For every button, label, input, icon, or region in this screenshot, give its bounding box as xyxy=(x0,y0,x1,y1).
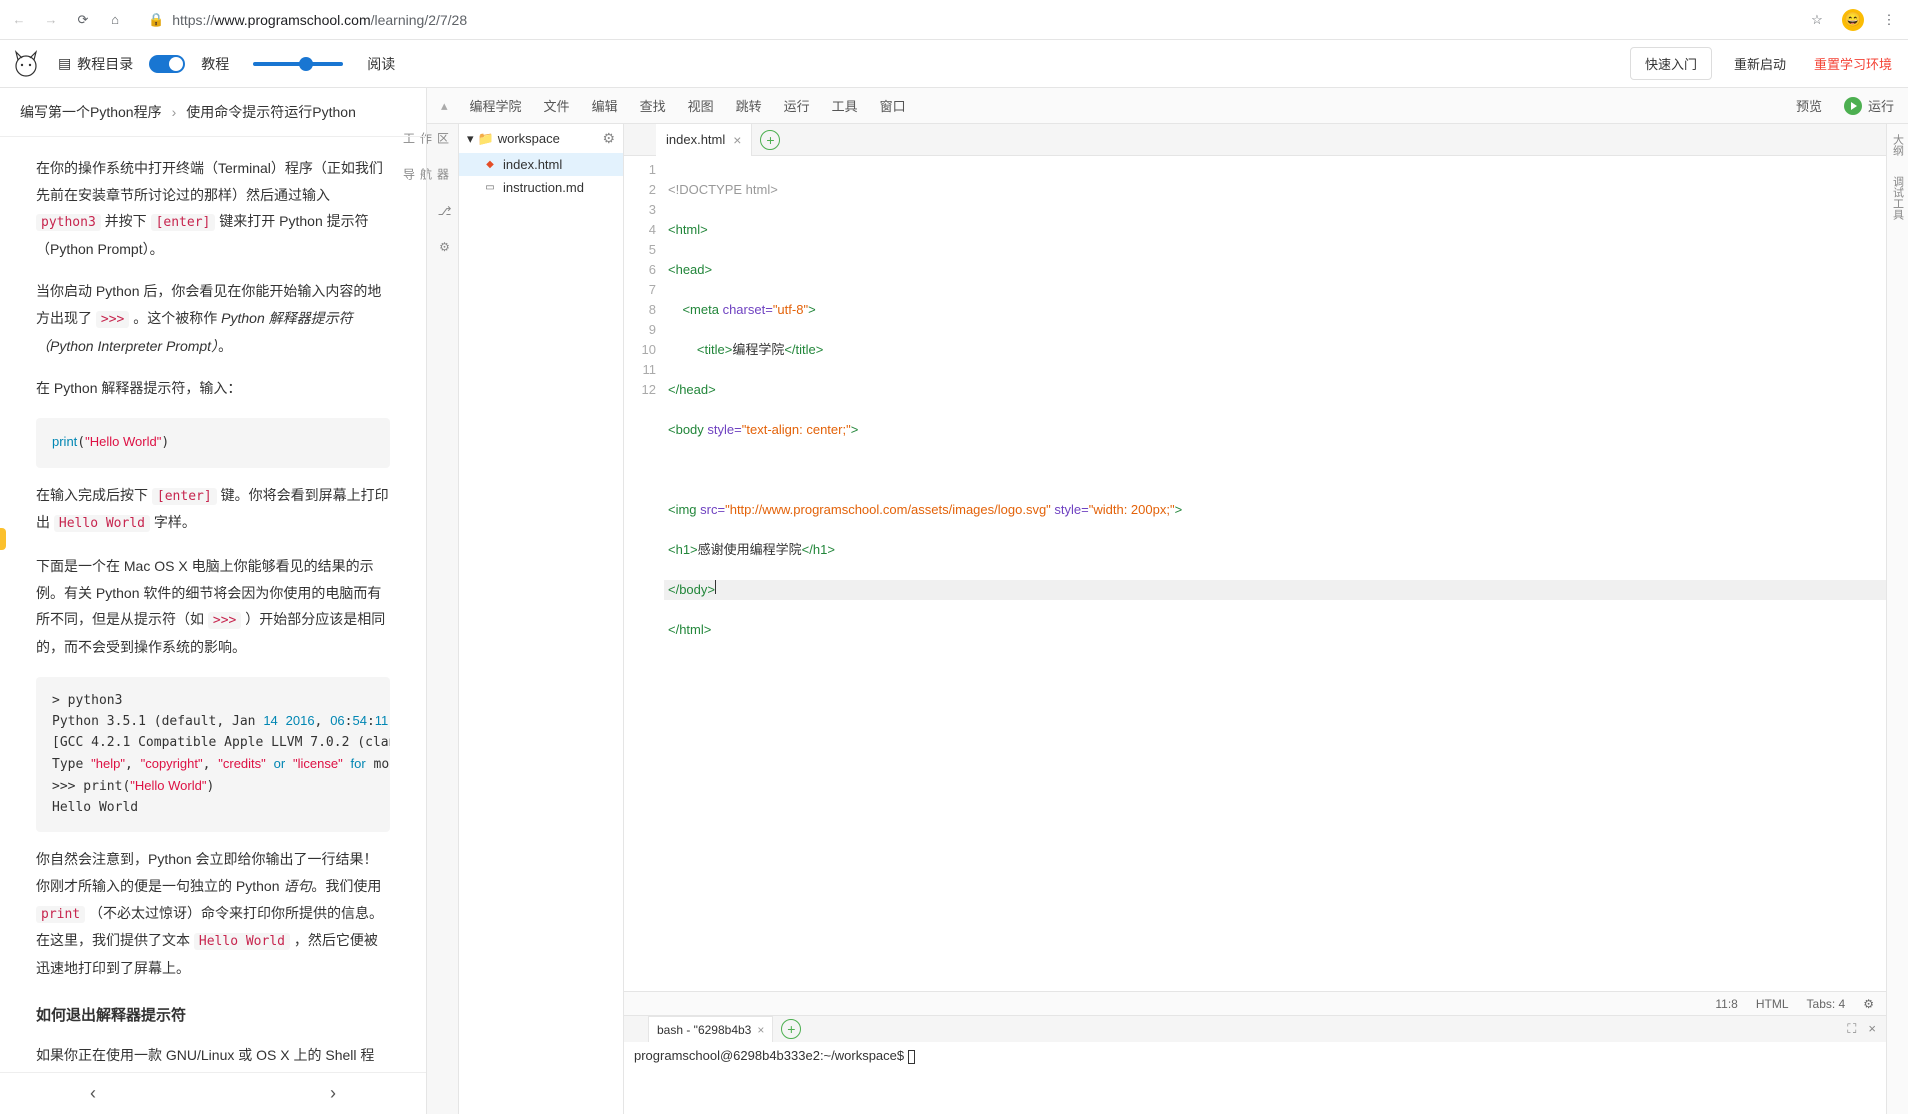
book-icon: ▤ xyxy=(58,55,71,72)
add-tab-button[interactable]: + xyxy=(760,130,780,150)
section-heading: 如何退出解释器提示符 xyxy=(36,1002,390,1031)
play-icon xyxy=(1844,97,1862,115)
menu-item[interactable]: 跳转 xyxy=(736,96,762,115)
menu-item[interactable]: 视图 xyxy=(688,96,714,115)
right-rail: 大纲 调试工具 xyxy=(1886,124,1908,1114)
terminal-panel: bash - "6298b4b3 × + ⛶ × programschool@6… xyxy=(624,1015,1886,1114)
code-editor[interactable]: 123456789101112 <!DOCTYPE html> <html> <… xyxy=(624,156,1886,991)
close-icon[interactable]: × xyxy=(733,132,741,148)
home-icon[interactable]: ⌂ xyxy=(106,11,124,29)
lock-icon: 🔒 xyxy=(148,12,164,28)
navigator-icon[interactable]: 器航导 xyxy=(434,168,452,186)
ide-menubar: ▴ 编程学院 文件 编辑 查找 视图 跳转 运行 工具 窗口 预览 运行 xyxy=(427,88,1908,124)
code-sample-1: print("Hello World") xyxy=(36,418,390,468)
menu-icon[interactable]: ⋮ xyxy=(1880,11,1898,29)
cursor-position[interactable]: 11:8 xyxy=(1715,997,1737,1011)
ide-pane: ▴ 编程学院 文件 编辑 查找 视图 跳转 运行 工具 窗口 预览 运行 区作工… xyxy=(427,88,1908,1114)
menu-item[interactable]: 工具 xyxy=(832,96,858,115)
caret-icon: ▾ xyxy=(467,131,474,147)
commands-icon[interactable]: ⎇ xyxy=(434,204,452,222)
restart-button[interactable]: 重新启动 xyxy=(1728,54,1792,73)
prev-lesson-button[interactable]: ‹ xyxy=(90,1083,96,1104)
folder-row[interactable]: ▾ 📁 workspace ⚙ xyxy=(459,124,623,153)
run-button[interactable]: 运行 xyxy=(1844,96,1894,115)
file-item[interactable]: ▭ instruction.md xyxy=(459,176,623,199)
gear-icon[interactable]: ⚙ xyxy=(602,130,615,147)
menu-item[interactable]: 文件 xyxy=(544,96,570,115)
notes-tab-icon[interactable] xyxy=(0,528,6,550)
expand-icon[interactable]: ⛶ xyxy=(1847,1021,1856,1037)
line-numbers: 123456789101112 xyxy=(624,156,664,991)
file-item[interactable]: ◆ index.html xyxy=(459,153,623,176)
file-explorer: ▾ 📁 workspace ⚙ ◆ index.html ▭ instructi… xyxy=(459,124,624,1114)
crumb-1[interactable]: 编写第一个Python程序 xyxy=(20,102,162,122)
profile-avatar[interactable]: 😄 xyxy=(1842,9,1864,31)
quickstart-button[interactable]: 快速入门 xyxy=(1630,47,1712,80)
outline-tab[interactable]: 大纲 xyxy=(1890,134,1906,156)
progress-slider[interactable] xyxy=(253,62,343,66)
lesson-content: 在你的操作系统中打开终端（Terminal）程序（正如我们先前在安装章节所讨论过… xyxy=(0,137,426,1072)
crumb-2[interactable]: 使用命令提示符运行Python xyxy=(186,102,356,122)
workspace-icon[interactable]: 区作工 xyxy=(434,132,452,150)
folder-icon: 📁 xyxy=(478,131,494,147)
html-file-icon: ◆ xyxy=(483,158,497,172)
mode-label: 教程 xyxy=(201,54,229,74)
terminal[interactable]: programschool@6298b4b333e2:~/workspace$ xyxy=(624,1042,1886,1114)
toc-button[interactable]: ▤ 教程目录 xyxy=(58,54,133,74)
preview-button[interactable]: 预览 xyxy=(1796,96,1822,115)
logo-icon xyxy=(10,48,42,80)
back-icon[interactable]: ← xyxy=(10,11,28,29)
menu-item[interactable]: 查找 xyxy=(640,96,666,115)
close-icon[interactable]: × xyxy=(757,1023,764,1037)
lesson-pane: 编写第一个Python程序 › 使用命令提示符运行Python 在你的操作系统中… xyxy=(0,88,427,1114)
lesson-nav: ‹ › xyxy=(0,1072,426,1114)
mode-toggle[interactable] xyxy=(149,55,185,73)
menu-item[interactable]: 编辑 xyxy=(592,96,618,115)
code-sample-2: > python3 Python 3.5.1 (default, Jan 14 … xyxy=(36,677,390,833)
language-mode[interactable]: HTML xyxy=(1756,997,1789,1011)
breadcrumb: 编写第一个Python程序 › 使用命令提示符运行Python xyxy=(0,88,426,137)
debug-tab[interactable]: 调试工具 xyxy=(1890,176,1906,220)
md-file-icon: ▭ xyxy=(483,181,497,195)
close-panel-icon[interactable]: × xyxy=(1868,1021,1876,1037)
star-icon[interactable]: ☆ xyxy=(1808,11,1826,29)
reload-icon[interactable]: ⟳ xyxy=(74,11,92,29)
editor-status-bar: 11:8 HTML Tabs: 4 ⚙ xyxy=(624,991,1886,1015)
forward-icon[interactable]: → xyxy=(42,11,60,29)
collapse-icon[interactable]: ▴ xyxy=(441,98,448,114)
read-label: 阅读 xyxy=(367,54,395,74)
chevron-icon: › xyxy=(172,104,177,120)
settings-icon[interactable]: ⚙ xyxy=(434,240,452,258)
menu-item[interactable]: 编程学院 xyxy=(470,96,522,115)
browser-chrome: ← → ⟳ ⌂ 🔒 https://www.programschool.com/… xyxy=(0,0,1908,40)
next-lesson-button[interactable]: › xyxy=(330,1083,336,1104)
menu-item[interactable]: 窗口 xyxy=(880,96,906,115)
settings-gear-icon[interactable]: ⚙ xyxy=(1863,997,1874,1011)
terminal-tab[interactable]: bash - "6298b4b3 × xyxy=(648,1016,773,1042)
editor-tabs: index.html × + xyxy=(624,124,1886,156)
menu-item[interactable]: 运行 xyxy=(784,96,810,115)
activity-bar: 区作工 器航导 ⎇ ⚙ xyxy=(427,124,459,1114)
editor-tab[interactable]: index.html × xyxy=(656,124,752,156)
tab-size[interactable]: Tabs: 4 xyxy=(1807,997,1846,1011)
reset-button[interactable]: 重置学习环境 xyxy=(1808,54,1898,73)
add-terminal-button[interactable]: + xyxy=(781,1019,801,1039)
app-bar: ▤ 教程目录 教程 阅读 快速入门 重新启动 重置学习环境 xyxy=(0,40,1908,88)
address-bar[interactable]: 🔒 https://www.programschool.com/learning… xyxy=(138,12,1794,28)
